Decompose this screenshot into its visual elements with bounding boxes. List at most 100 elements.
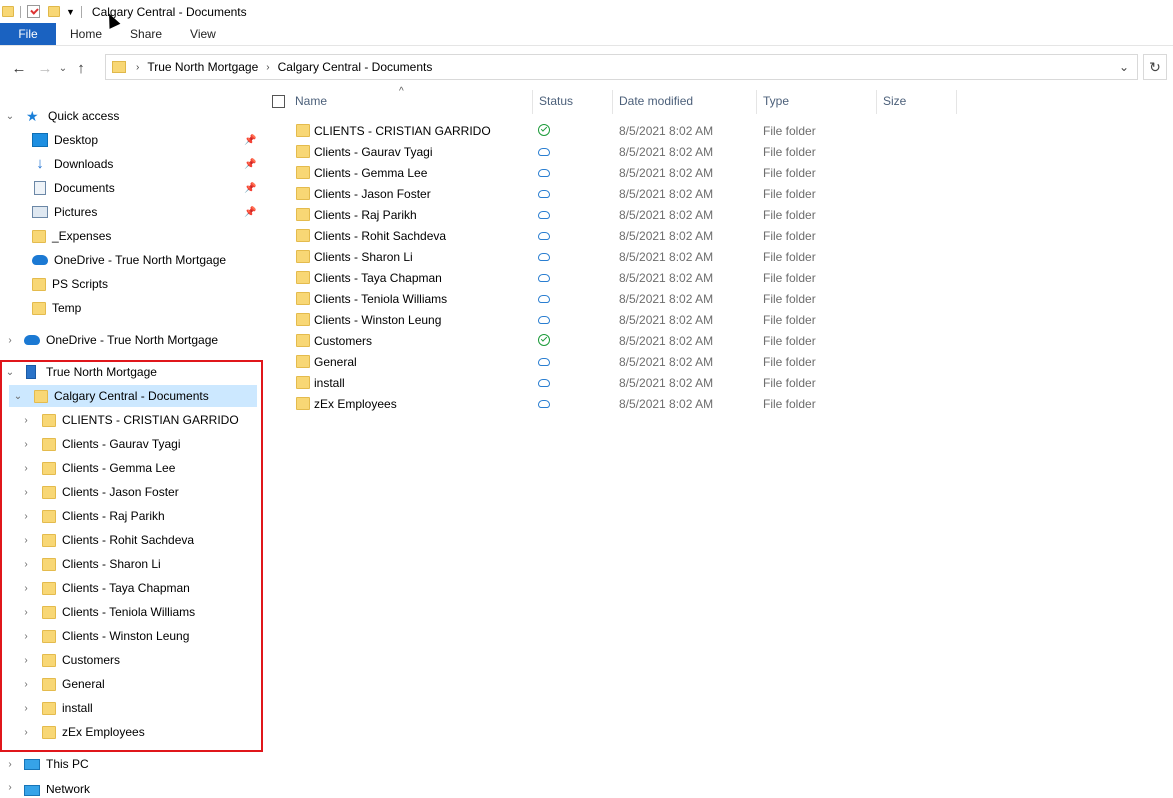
new-folder-icon[interactable]	[48, 6, 60, 17]
pin-icon[interactable]: 📌	[244, 135, 256, 146]
address-dropdown-icon[interactable]: ⌄	[1119, 60, 1129, 74]
expand-chevron-icon[interactable]: ›	[20, 703, 32, 714]
expand-chevron-icon[interactable]: ›	[20, 439, 32, 450]
column-divider[interactable]	[756, 90, 757, 114]
pin-icon[interactable]: 📌	[244, 207, 256, 218]
file-row[interactable]: zEx Employees 8/5/2021 8:02 AM File folder	[262, 393, 1173, 414]
tree-item-subfolder[interactable]: › Clients - Rohit Sachdeva	[20, 529, 194, 551]
collapse-chevron-icon[interactable]: ⌄	[4, 111, 16, 122]
column-divider[interactable]	[612, 90, 613, 114]
tree-item-desktop[interactable]: Desktop	[32, 129, 98, 151]
expand-chevron-icon[interactable]: ›	[20, 631, 32, 642]
tree-item-subfolder[interactable]: › zEx Employees	[20, 721, 144, 743]
collapse-chevron-icon[interactable]: ⌄	[12, 391, 24, 402]
file-row[interactable]: Clients - Gemma Lee 8/5/2021 8:02 AM File …	[262, 162, 1173, 183]
tree-item-onedrive-quick[interactable]: OneDrive - True North Mortgage	[32, 249, 226, 271]
tree-item-label: Clients - Raj Parikh	[62, 509, 165, 523]
address-bar[interactable]: › True North Mortgage › Calgary Central …	[105, 54, 1138, 80]
file-row[interactable]: Clients - Teniola Williams 8/5/2021 8:02 …	[262, 288, 1173, 309]
file-row[interactable]: Clients - Rohit Sachdeva 8/5/2021 8:02 AM…	[262, 225, 1173, 246]
file-row[interactable]: Clients - Gaurav Tyagi 8/5/2021 8:02 AM Fi…	[262, 141, 1173, 162]
tree-item-temp[interactable]: Temp	[32, 297, 81, 319]
column-divider[interactable]	[876, 90, 877, 114]
tree-item-onedrive[interactable]: › OneDrive - True North Mortgage	[4, 329, 218, 351]
refresh-button[interactable]: ↻	[1143, 54, 1167, 80]
file-row[interactable]: Clients - Taya Chapman 8/5/2021 8:02 AM Fi…	[262, 267, 1173, 288]
expand-chevron-icon[interactable]: ›	[20, 727, 32, 738]
folder-icon	[296, 250, 310, 263]
tree-item-this-pc[interactable]: › This PC	[4, 753, 88, 775]
tree-item-subfolder[interactable]: › Clients - Gemma Lee	[20, 457, 175, 479]
tree-item-network[interactable]: › Network	[4, 785, 90, 798]
properties-icon[interactable]	[27, 5, 40, 18]
tree-item-ps-scripts[interactable]: PS Scripts	[32, 273, 108, 295]
tree-item-subfolder[interactable]: › Clients - Raj Parikh	[20, 505, 165, 527]
tree-item-subfolder[interactable]: › install	[20, 697, 93, 719]
tree-item-subfolder[interactable]: › Clients - Winston Leung	[20, 625, 189, 647]
tree-item-label: install	[62, 701, 93, 715]
tree-item-subfolder[interactable]: › Clients - Sharon Li	[20, 553, 160, 575]
tree-item-subfolder[interactable]: › Clients - Taya Chapman	[20, 577, 190, 599]
column-divider[interactable]	[532, 90, 533, 114]
column-header-date-modified[interactable]: Date modified	[619, 86, 755, 116]
expand-chevron-icon[interactable]: ›	[20, 559, 32, 570]
expand-chevron-icon[interactable]: ›	[20, 655, 32, 666]
select-all-checkbox[interactable]	[272, 95, 285, 108]
file-row[interactable]: install 8/5/2021 8:02 AM File folder	[262, 372, 1173, 393]
column-header-status[interactable]: Status	[539, 86, 611, 116]
breadcrumb-chevron-icon[interactable]: ›	[136, 62, 139, 73]
expand-chevron-icon[interactable]: ›	[20, 415, 32, 426]
breadcrumb-chevron-icon[interactable]: ›	[266, 62, 269, 73]
expand-chevron-icon[interactable]: ›	[20, 511, 32, 522]
expand-chevron-icon[interactable]: ›	[20, 679, 32, 690]
tree-item-subfolder[interactable]: › Clients - Teniola Williams	[20, 601, 195, 623]
pin-icon[interactable]: 📌	[244, 159, 256, 170]
tab-file[interactable]: File	[0, 23, 56, 45]
tree-item-subfolder[interactable]: › Clients - Gaurav Tyagi	[20, 433, 180, 455]
expand-chevron-icon[interactable]: ›	[4, 759, 16, 770]
tab-view[interactable]: View	[176, 23, 230, 45]
column-header-name[interactable]: Name	[295, 86, 531, 116]
tree-item-documents[interactable]: Documents	[32, 177, 115, 199]
up-arrow-icon[interactable]: ↑	[70, 56, 92, 80]
tree-item-quick-access[interactable]: ⌄ ★ Quick access	[4, 105, 120, 127]
tree-item-subfolder[interactable]: › General	[20, 673, 104, 695]
cloud-status-icon	[538, 148, 550, 156]
expand-chevron-icon[interactable]: ›	[20, 535, 32, 546]
tree-item-subfolder[interactable]: › CLIENTS - CRISTIAN GARRIDO	[20, 409, 238, 431]
back-arrow-icon[interactable]: ←	[8, 56, 30, 80]
breadcrumb-true-north-mortgage[interactable]: True North Mortgage	[147, 60, 258, 74]
expand-chevron-icon[interactable]: ›	[20, 487, 32, 498]
tree-item-downloads[interactable]: ↓ Downloads	[32, 153, 113, 175]
forward-arrow-icon[interactable]: →	[34, 56, 56, 80]
file-row[interactable]: Clients - Jason Foster 8/5/2021 8:02 AM Fi…	[262, 183, 1173, 204]
expand-chevron-icon[interactable]: ›	[20, 463, 32, 474]
collapse-chevron-icon[interactable]: ⌄	[4, 367, 16, 378]
expand-chevron-icon[interactable]: ›	[20, 607, 32, 618]
expand-chevron-icon[interactable]: ›	[4, 335, 16, 346]
pin-icon[interactable]: 📌	[244, 183, 256, 194]
file-row[interactable]: CLIENTS - CRISTIAN GARRIDO 8/5/2021 8:02 …	[262, 120, 1173, 141]
tree-item-subfolder[interactable]: › Customers	[20, 649, 120, 671]
column-divider[interactable]	[956, 90, 957, 114]
expand-chevron-icon[interactable]: ›	[4, 785, 16, 793]
tab-home[interactable]: Home	[56, 23, 116, 45]
file-row[interactable]: Clients - Winston Leung 8/5/2021 8:02 AM F…	[262, 309, 1173, 330]
column-header-type[interactable]: Type	[763, 86, 873, 116]
tree-item-calgary-central[interactable]: ⌄ Calgary Central - Documents	[12, 385, 209, 407]
file-row[interactable]: Clients - Sharon Li 8/5/2021 8:02 AM File …	[262, 246, 1173, 267]
column-header-size[interactable]: Size	[883, 86, 953, 116]
file-row[interactable]: General 8/5/2021 8:02 AM File folder	[262, 351, 1173, 372]
tree-item-pictures[interactable]: Pictures	[32, 201, 97, 223]
file-date: 8/5/2021 8:02 AM	[619, 165, 714, 180]
file-row[interactable]: Clients - Raj Parikh 8/5/2021 8:02 AM File…	[262, 204, 1173, 225]
file-row[interactable]: Customers 8/5/2021 8:02 AM File folder	[262, 330, 1173, 351]
breadcrumb-calgary-central[interactable]: Calgary Central - Documents	[278, 60, 433, 74]
tree-item-true-north-mortgage[interactable]: ⌄ True North Mortgage	[4, 361, 157, 383]
tab-share[interactable]: Share	[116, 23, 176, 45]
recent-locations-chevron-icon[interactable]: ⌄	[56, 56, 70, 80]
tree-item-subfolder[interactable]: › Clients - Jason Foster	[20, 481, 178, 503]
customize-toolbar-dropdown-icon[interactable]: ▼	[66, 7, 75, 17]
tree-item-expenses[interactable]: _Expenses	[32, 225, 111, 247]
expand-chevron-icon[interactable]: ›	[20, 583, 32, 594]
